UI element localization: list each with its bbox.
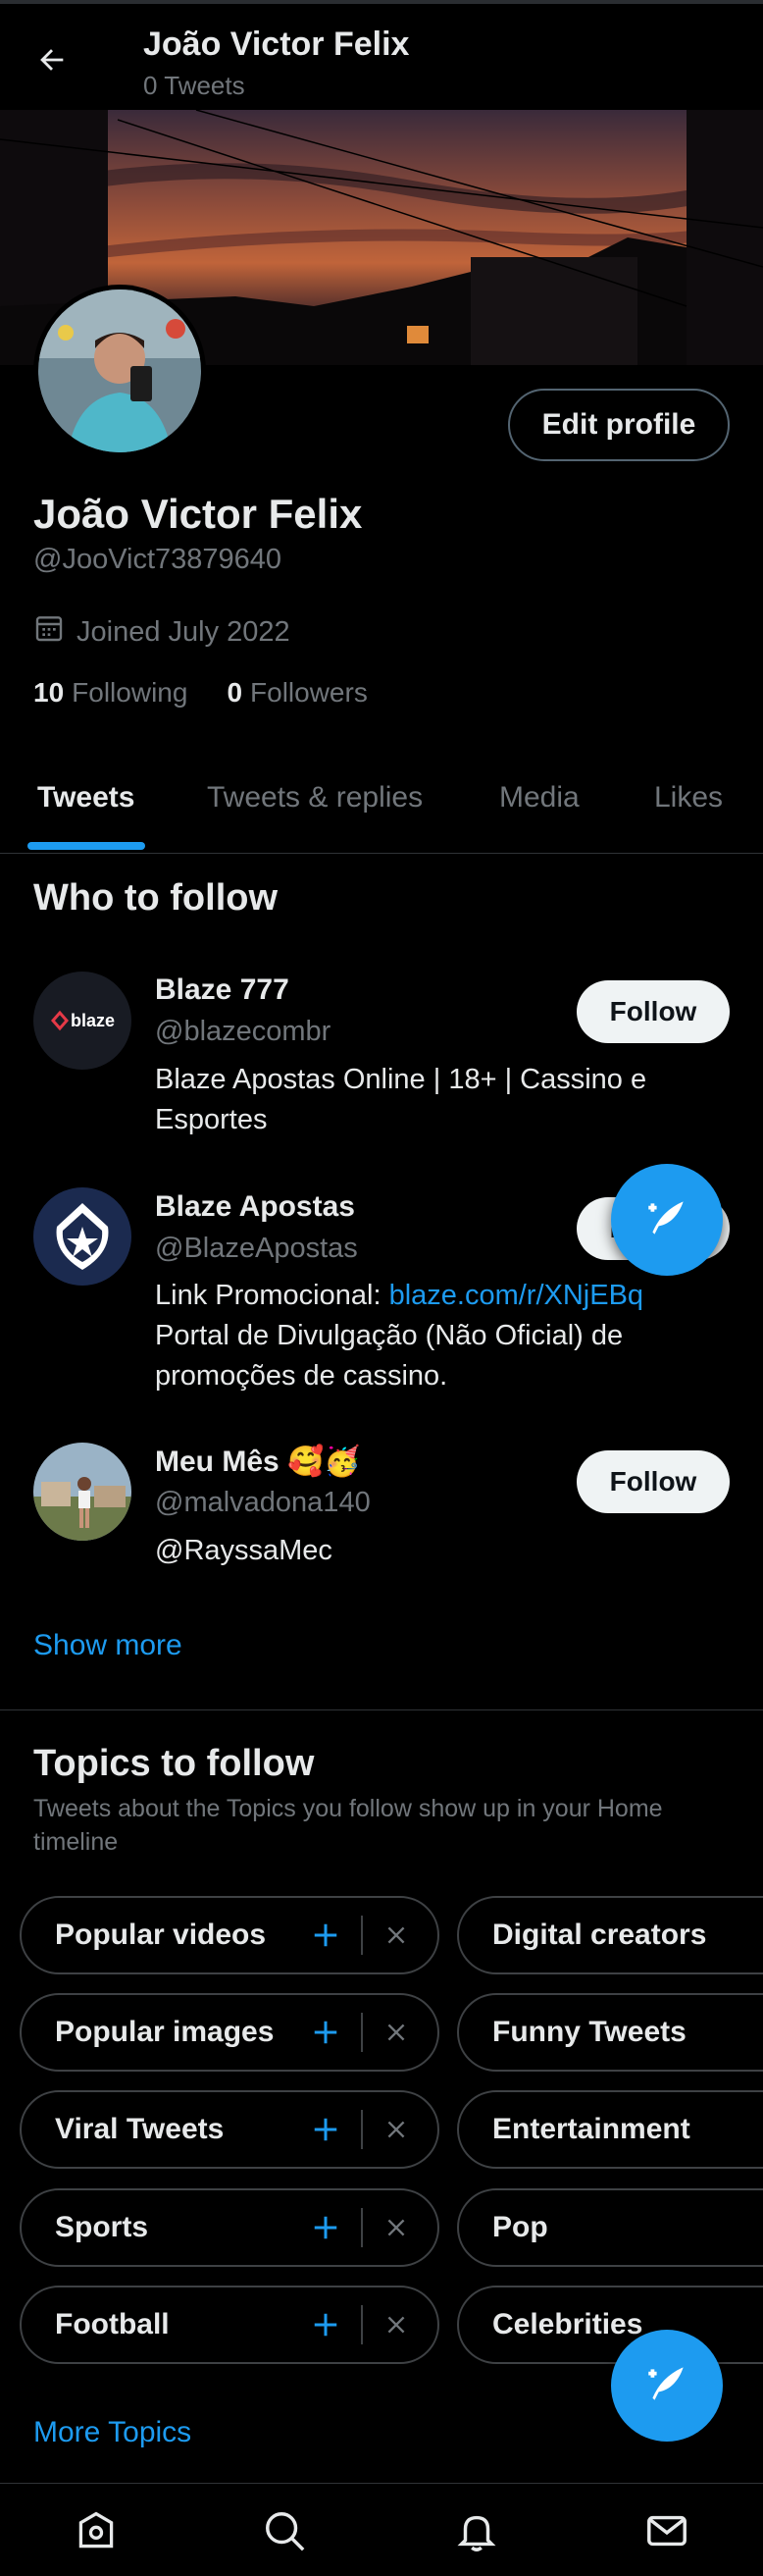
topic-chip[interactable]: Funny Tweets	[457, 1993, 763, 2072]
plus-icon[interactable]	[304, 2011, 347, 2054]
messages-icon[interactable]	[639, 2503, 694, 2558]
bottom-navigation	[0, 2483, 763, 2576]
topic-label: Pop	[492, 2211, 548, 2243]
suggested-bio: Blaze Apostas Online | 18+ | Cassino e E…	[155, 1064, 647, 1135]
plus-icon[interactable]	[304, 1914, 347, 1957]
following-label: Following	[72, 677, 188, 708]
topic-label: Funny Tweets	[492, 2016, 687, 2048]
close-icon[interactable]	[377, 1916, 416, 1955]
topic-chip[interactable]: Popular images	[20, 1993, 439, 2072]
topics-title: Topics to follow	[33, 1743, 315, 1784]
top-bar: João Victor Felix 0 Tweets	[0, 0, 763, 110]
blaze-logo-text: blaze	[71, 1011, 115, 1030]
suggested-handle: @BlazeApostas	[155, 1233, 358, 1264]
plus-icon[interactable]	[304, 2206, 347, 2249]
plus-icon[interactable]	[304, 2108, 347, 2151]
suggested-name[interactable]: Blaze 777	[155, 973, 289, 1007]
blaze-avatar[interactable]: blaze	[33, 972, 131, 1070]
compose-tweet-icon	[642, 2359, 691, 2413]
plus-icon[interactable]	[304, 2303, 347, 2346]
topics-subtitle: Tweets about the Topics you follow show …	[33, 1795, 663, 1856]
close-icon[interactable]	[377, 2110, 416, 2149]
compose-tweet-icon	[642, 1193, 691, 1247]
profile-name: João Victor Felix	[33, 491, 363, 537]
compose-tweet-button[interactable]	[611, 2330, 723, 2442]
topic-chip[interactable]: Football	[20, 2286, 439, 2364]
follow-stats: 10 Following 0 Followers	[33, 677, 368, 709]
topic-chip[interactable]: Viral Tweets	[20, 2090, 439, 2169]
profile-avatar[interactable]	[33, 285, 206, 457]
chip-divider	[361, 2305, 363, 2344]
bio-text: Portal de Divulgação (Não Oficial) de pr…	[155, 1320, 624, 1392]
following-count: 10	[33, 677, 65, 708]
chip-divider	[361, 2110, 363, 2149]
suggested-name[interactable]: Blaze Apostas	[155, 1190, 355, 1224]
joined-date: Joined July 2022	[33, 614, 290, 650]
bio-link[interactable]: @RayssaMec	[155, 1531, 704, 1571]
topic-label: Football	[55, 2308, 170, 2340]
topic-chip[interactable]: Celebrities	[457, 2286, 763, 2364]
topic-label: Digital creators	[492, 1919, 707, 1951]
suggested-handle: @blazecombr	[155, 1016, 331, 1047]
notifications-icon[interactable]	[449, 2503, 504, 2558]
profile-tabs: Tweets Tweets & replies Media Likes	[0, 765, 763, 854]
topic-chip[interactable]: Popular videos	[20, 1896, 439, 1974]
back-arrow-icon[interactable]	[29, 37, 75, 82]
show-more-link[interactable]: Show more	[33, 1629, 182, 1662]
bio-prefix: Link Promocional:	[155, 1280, 389, 1311]
chip-divider	[361, 2013, 363, 2052]
tab-media[interactable]: Media	[499, 781, 580, 815]
topic-label: Popular images	[55, 2016, 275, 2048]
following-link[interactable]: 10 Following	[33, 677, 187, 709]
avatar-photo	[38, 289, 201, 452]
suggested-name[interactable]: Meu Mês 🥰🥳	[155, 1445, 361, 1479]
header-tweet-count: 0 Tweets	[143, 71, 245, 100]
follow-button[interactable]: Follow	[577, 1450, 730, 1513]
header-title: João Victor Felix	[143, 26, 410, 63]
section-divider	[0, 1709, 763, 1710]
active-tab-indicator	[27, 842, 145, 850]
search-icon[interactable]	[257, 2503, 312, 2558]
edit-profile-button[interactable]: Edit profile	[508, 389, 730, 461]
compose-tweet-button[interactable]	[611, 1164, 723, 1276]
close-icon[interactable]	[377, 2208, 416, 2247]
tab-tweets[interactable]: Tweets	[37, 781, 134, 815]
tab-tweets-replies[interactable]: Tweets & replies	[207, 781, 423, 815]
calendar-icon	[33, 612, 65, 652]
topic-label: Sports	[55, 2211, 149, 2243]
close-icon[interactable]	[377, 2305, 416, 2344]
topic-chip[interactable]: Sports	[20, 2188, 439, 2267]
more-topics-link[interactable]: More Topics	[33, 2416, 191, 2449]
followers-label: Followers	[250, 677, 368, 708]
topic-label: Popular videos	[55, 1919, 267, 1951]
close-icon[interactable]	[377, 2013, 416, 2052]
meu-mes-avatar[interactable]	[33, 1443, 131, 1541]
follow-button[interactable]: Follow	[577, 980, 730, 1043]
topic-chips-right-column: Digital creators Funny Tweets Entertainm…	[455, 1894, 763, 2375]
topic-label: Celebrities	[492, 2308, 643, 2340]
blaze-apostas-avatar[interactable]	[33, 1187, 131, 1286]
who-to-follow-title: Who to follow	[33, 877, 279, 919]
topic-chip[interactable]: Digital creators	[457, 1896, 763, 1974]
suggested-bio: Link Promocional: blaze.com/r/XNjEBq Port…	[155, 1276, 704, 1396]
topic-chip[interactable]: Entertainment	[457, 2090, 763, 2169]
chip-divider	[361, 1916, 363, 1955]
suggested-handle: @malvadona140	[155, 1487, 371, 1518]
followers-count: 0	[227, 677, 243, 708]
topic-label: Entertainment	[492, 2113, 690, 2145]
bio-link[interactable]: blaze.com/r/XNjEBq	[389, 1280, 644, 1311]
tab-likes[interactable]: Likes	[654, 781, 723, 815]
chip-divider	[361, 2208, 363, 2247]
profile-handle: @JooVict73879640	[33, 544, 282, 575]
topic-label: Viral Tweets	[55, 2113, 225, 2145]
home-icon[interactable]	[69, 2503, 124, 2558]
joined-label: Joined July 2022	[76, 615, 290, 648]
topic-chip[interactable]: Pop	[457, 2188, 763, 2267]
followers-link[interactable]: 0 Followers	[227, 677, 367, 709]
